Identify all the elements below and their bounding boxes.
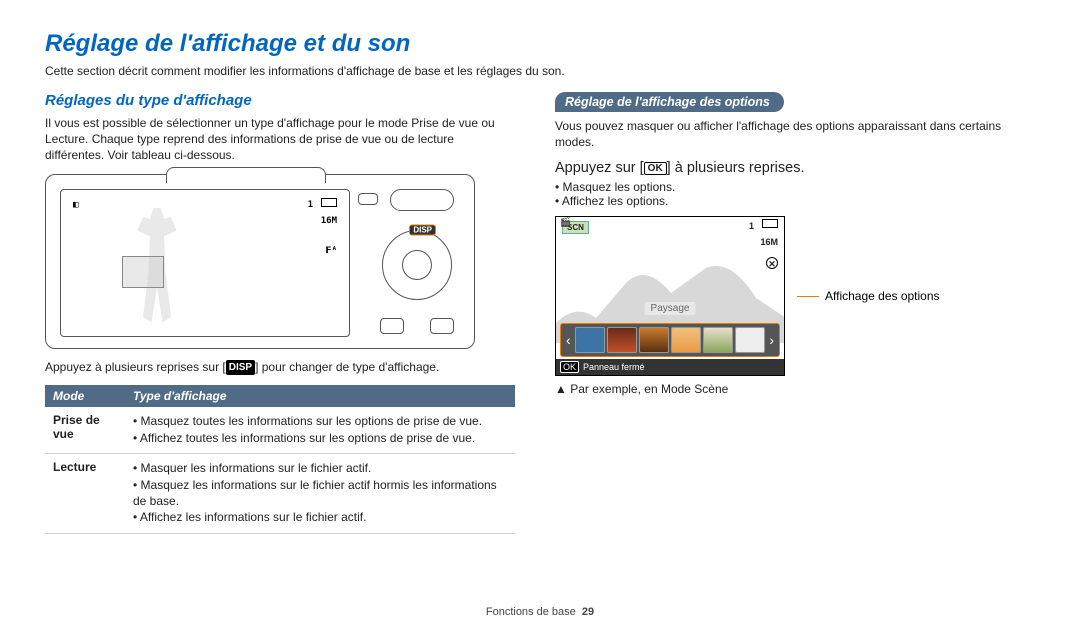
scene-preview: SCN 🎬 1 16M ✕ Paysage ‹ › O: [555, 216, 785, 376]
list-item: Masquer les informations sur le fichier …: [133, 461, 507, 477]
mode-cell: Prise de vue: [45, 407, 125, 454]
list-item: Affichez les informations sur le fichier…: [133, 510, 507, 526]
list-item: Affichez les options.: [555, 194, 1035, 208]
pict-icon: ◧: [73, 200, 78, 210]
list-item: Masquez les options.: [555, 180, 1035, 194]
ok-inline-icon: OK: [644, 162, 667, 175]
flash-icon: 𝗙ᴬ: [325, 246, 337, 256]
scene-counter: 1: [749, 221, 754, 231]
mode-cell: Lecture: [45, 454, 125, 533]
page-title: Réglage de l'affichage et du son: [45, 30, 1035, 58]
camera-button-zoom: [390, 189, 454, 211]
chevron-left-icon: ‹: [564, 332, 573, 348]
list-item: Masquez toutes les informations sur les …: [133, 414, 507, 430]
camera-button-top: [358, 193, 378, 205]
option-thumb: [575, 327, 605, 353]
scene-footer-text: Panneau fermé: [583, 362, 645, 372]
option-thumb: [735, 327, 765, 353]
footer-section: Fonctions de base: [486, 606, 576, 618]
table-row: Prise de vue Masquez toutes les informat…: [45, 407, 515, 454]
battery-icon: [762, 219, 778, 228]
instruction-line: Appuyez sur [OK] à plusieurs reprises.: [555, 160, 1035, 176]
camera-lcd: ◧ 1 16M 𝗙ᴬ: [60, 189, 350, 337]
resolution-value: 16M: [321, 216, 337, 226]
press-caption: Appuyez à plusieurs reprises sur [DISP] …: [45, 359, 515, 376]
para-display-type: Il vous est possible de sélectionner un …: [45, 115, 515, 164]
clapper-icon: 🎬: [560, 217, 571, 228]
page-footer: Fonctions de base 29: [0, 606, 1080, 618]
ok-footer-icon: OK: [560, 361, 579, 373]
camera-dpad: [382, 230, 452, 300]
disp-highlight-icon: DISP: [409, 224, 436, 235]
camera-button-bottom-left: [380, 318, 404, 334]
table-header-type: Type d'affichage: [125, 385, 515, 407]
table-header-mode: Mode: [45, 385, 125, 407]
para-options-display: Vous pouvez masquer ou afficher l'affich…: [555, 118, 1035, 150]
list-item: Masquez les informations sur le fichier …: [133, 478, 507, 509]
intro-text: Cette section décrit comment modifier le…: [45, 64, 1035, 78]
option-thumb: [639, 327, 669, 353]
table-row: Lecture Masquer les informations sur le …: [45, 454, 515, 533]
option-strip: ‹ ›: [560, 323, 780, 357]
subsection-pill: Réglage de l'affichage des options: [555, 92, 784, 112]
display-type-table: Mode Type d'affichage Prise de vue Masqu…: [45, 385, 515, 534]
scene-label-text: Paysage: [645, 302, 696, 315]
triangle-up-icon: ▲: [555, 382, 567, 396]
example-caption: ▲ Par exemple, en Mode Scène: [555, 382, 1035, 396]
option-thumb: [703, 327, 733, 353]
callout-label: Affichage des options: [825, 289, 940, 303]
camera-button-bottom-right: [430, 318, 454, 334]
scene-res: 16M: [760, 237, 778, 247]
disp-inline-icon: DISP: [226, 360, 255, 376]
option-thumb: [671, 327, 701, 353]
camera-diagram: ◧ 1 16M 𝗙ᴬ DISP: [45, 174, 475, 349]
option-thumb: [607, 327, 637, 353]
battery-icon: [321, 198, 337, 207]
page-number: 29: [582, 606, 594, 618]
chevron-right-icon: ›: [767, 332, 776, 348]
callout: Affichage des options: [797, 289, 940, 303]
section-heading-display-type: Réglages du type d'affichage: [45, 92, 515, 109]
scene-footer-bar: OK Panneau fermé: [556, 359, 784, 375]
counter-value: 1: [308, 200, 313, 210]
list-item: Affichez toutes les informations sur les…: [133, 431, 507, 447]
